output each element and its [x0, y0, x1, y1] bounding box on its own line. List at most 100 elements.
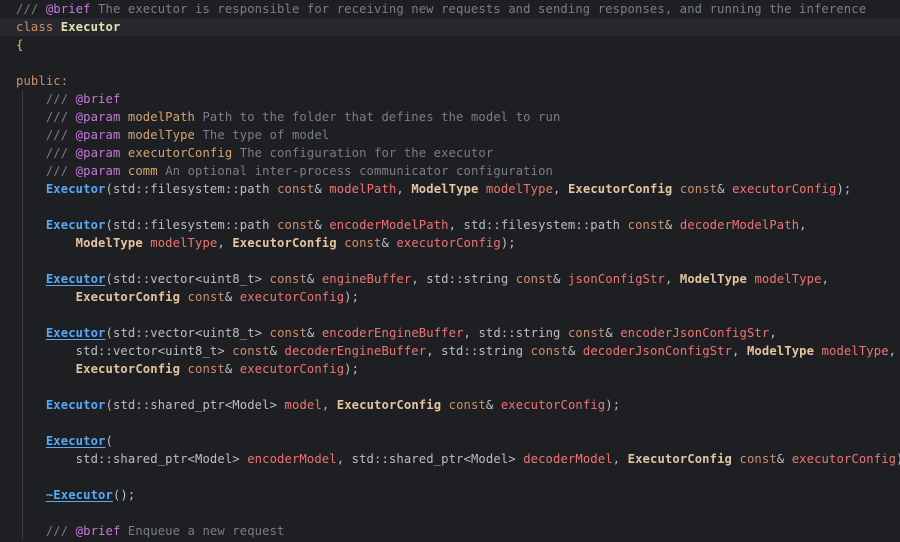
code-line[interactable]: class Executor: [0, 18, 900, 36]
code-line[interactable]: /// @brief Enqueue a new request: [0, 522, 900, 540]
keyword-token: const: [187, 362, 225, 376]
code-line[interactable]: /// @param modelPath Path to the folder …: [0, 108, 900, 126]
code-line[interactable]: [0, 414, 900, 432]
parameter-token: executorConfig: [239, 362, 345, 376]
indent-guide: [22, 468, 23, 486]
indent-guide: [22, 198, 23, 216]
type-token: ExecutorConfig: [627, 452, 733, 466]
code-line[interactable]: [0, 198, 900, 216]
punctuation-token: (: [105, 434, 113, 448]
type-token: ModelType: [679, 272, 747, 286]
code-line[interactable]: Executor(std::vector<uint8_t> const& eng…: [0, 270, 900, 288]
keyword-token: const: [269, 326, 307, 340]
indent-guide: [22, 450, 23, 468]
comment-token: ///: [16, 146, 76, 160]
code-line[interactable]: Executor(std::vector<uint8_t> const& enc…: [0, 324, 900, 342]
type-token: std::string: [478, 326, 561, 340]
code-line[interactable]: Executor(std::filesystem::path const& en…: [0, 216, 900, 234]
doc-tag-token: @param: [75, 110, 121, 124]
type-token: ExecutorConfig: [232, 236, 337, 250]
punctuation-token: ,: [336, 452, 352, 466]
indent-guide: [22, 162, 23, 180]
code-line[interactable]: ~Executor();: [0, 486, 900, 504]
punctuation-token: &: [314, 218, 330, 232]
type-token: std::vector<uint8_t>: [112, 326, 263, 340]
code-line[interactable]: [0, 378, 900, 396]
punctuation-token: ,: [732, 344, 747, 358]
code-line[interactable]: /// @param executorConfig The configurat…: [0, 144, 900, 162]
punctuation-token: ,: [321, 398, 337, 412]
indent-guide: [22, 360, 23, 378]
punctuation-token: );: [605, 398, 621, 412]
code-line[interactable]: public:: [0, 72, 900, 90]
parameter-token: encoderModelPath: [329, 218, 449, 232]
parameter-token: decoderModel: [523, 452, 613, 466]
punctuation-token: (: [105, 398, 113, 412]
code-line[interactable]: Executor(std::shared_ptr<Model> model, E…: [0, 396, 900, 414]
indent-guide: [22, 432, 23, 450]
punctuation-token: &: [314, 182, 330, 196]
code-line[interactable]: /// @brief: [0, 90, 900, 108]
keyword-token: const: [679, 182, 718, 196]
indent-guide: [22, 504, 23, 522]
comment-token: ///: [16, 2, 46, 16]
code-line[interactable]: std::shared_ptr<Model> encoderModel, std…: [0, 450, 900, 468]
code-line[interactable]: /// @param modelType The type of model: [0, 126, 900, 144]
code-line[interactable]: ExecutorConfig const& executorConfig);: [0, 360, 900, 378]
comment-token: The executor is responsible for receivin…: [90, 2, 867, 16]
indent-guide: [22, 144, 23, 162]
punctuation-token: (: [105, 326, 113, 340]
code-line[interactable]: ModelType modelType, ExecutorConfig cons…: [0, 234, 900, 252]
parameter-token: executorConfig: [500, 398, 606, 412]
punctuation-token: );: [896, 452, 900, 466]
comment-token: ///: [16, 164, 76, 178]
code-line[interactable]: [0, 504, 900, 522]
punctuation-token: ();: [112, 488, 136, 502]
indent-guide: [22, 180, 23, 198]
code-line[interactable]: [0, 306, 900, 324]
parameter-token: modelType: [150, 236, 218, 250]
punctuation-token: &: [381, 236, 397, 250]
code-line[interactable]: [0, 252, 900, 270]
parameter-token: jsonConfigStr: [567, 272, 665, 286]
type-token: std::vector<uint8_t>: [112, 272, 263, 286]
punctuation-token: ,: [217, 236, 233, 250]
code-line[interactable]: Executor(: [0, 432, 900, 450]
code-line[interactable]: std::vector<uint8_t> const& decoderEngin…: [0, 342, 900, 360]
code-line[interactable]: /// @param comm An optional inter-proces…: [0, 162, 900, 180]
parameter-token: executorConfig: [732, 182, 837, 196]
punctuation-token: ,: [553, 182, 568, 196]
type-token: std::string: [441, 344, 524, 358]
parameter-token: decoderEngineBuffer: [284, 344, 427, 358]
punctuation-token: (: [105, 218, 113, 232]
code-line[interactable]: /// @brief The executor is responsible f…: [0, 0, 900, 18]
type-token: std::filesystem::path: [463, 218, 621, 232]
code-line[interactable]: {: [0, 36, 900, 54]
punctuation-token: ,: [426, 344, 442, 358]
doc-tag-token: @brief: [75, 524, 121, 538]
code-line[interactable]: Executor(std::filesystem::path const& mo…: [0, 180, 900, 198]
indent-guide: [22, 306, 23, 324]
punctuation-token: &: [664, 218, 680, 232]
indent-guide: [22, 324, 23, 342]
code-line[interactable]: ExecutorConfig const& executorConfig);: [0, 288, 900, 306]
type-token: ModelType: [75, 236, 143, 250]
indent-guide: [22, 414, 23, 432]
keyword-token: public:: [16, 74, 69, 88]
code-editor[interactable]: /// @brief The executor is responsible f…: [0, 0, 900, 542]
parameter-token: modelType: [821, 344, 889, 358]
parameter-token: executorConfig: [239, 290, 345, 304]
code-line[interactable]: [0, 54, 900, 72]
code-line[interactable]: [0, 468, 900, 486]
